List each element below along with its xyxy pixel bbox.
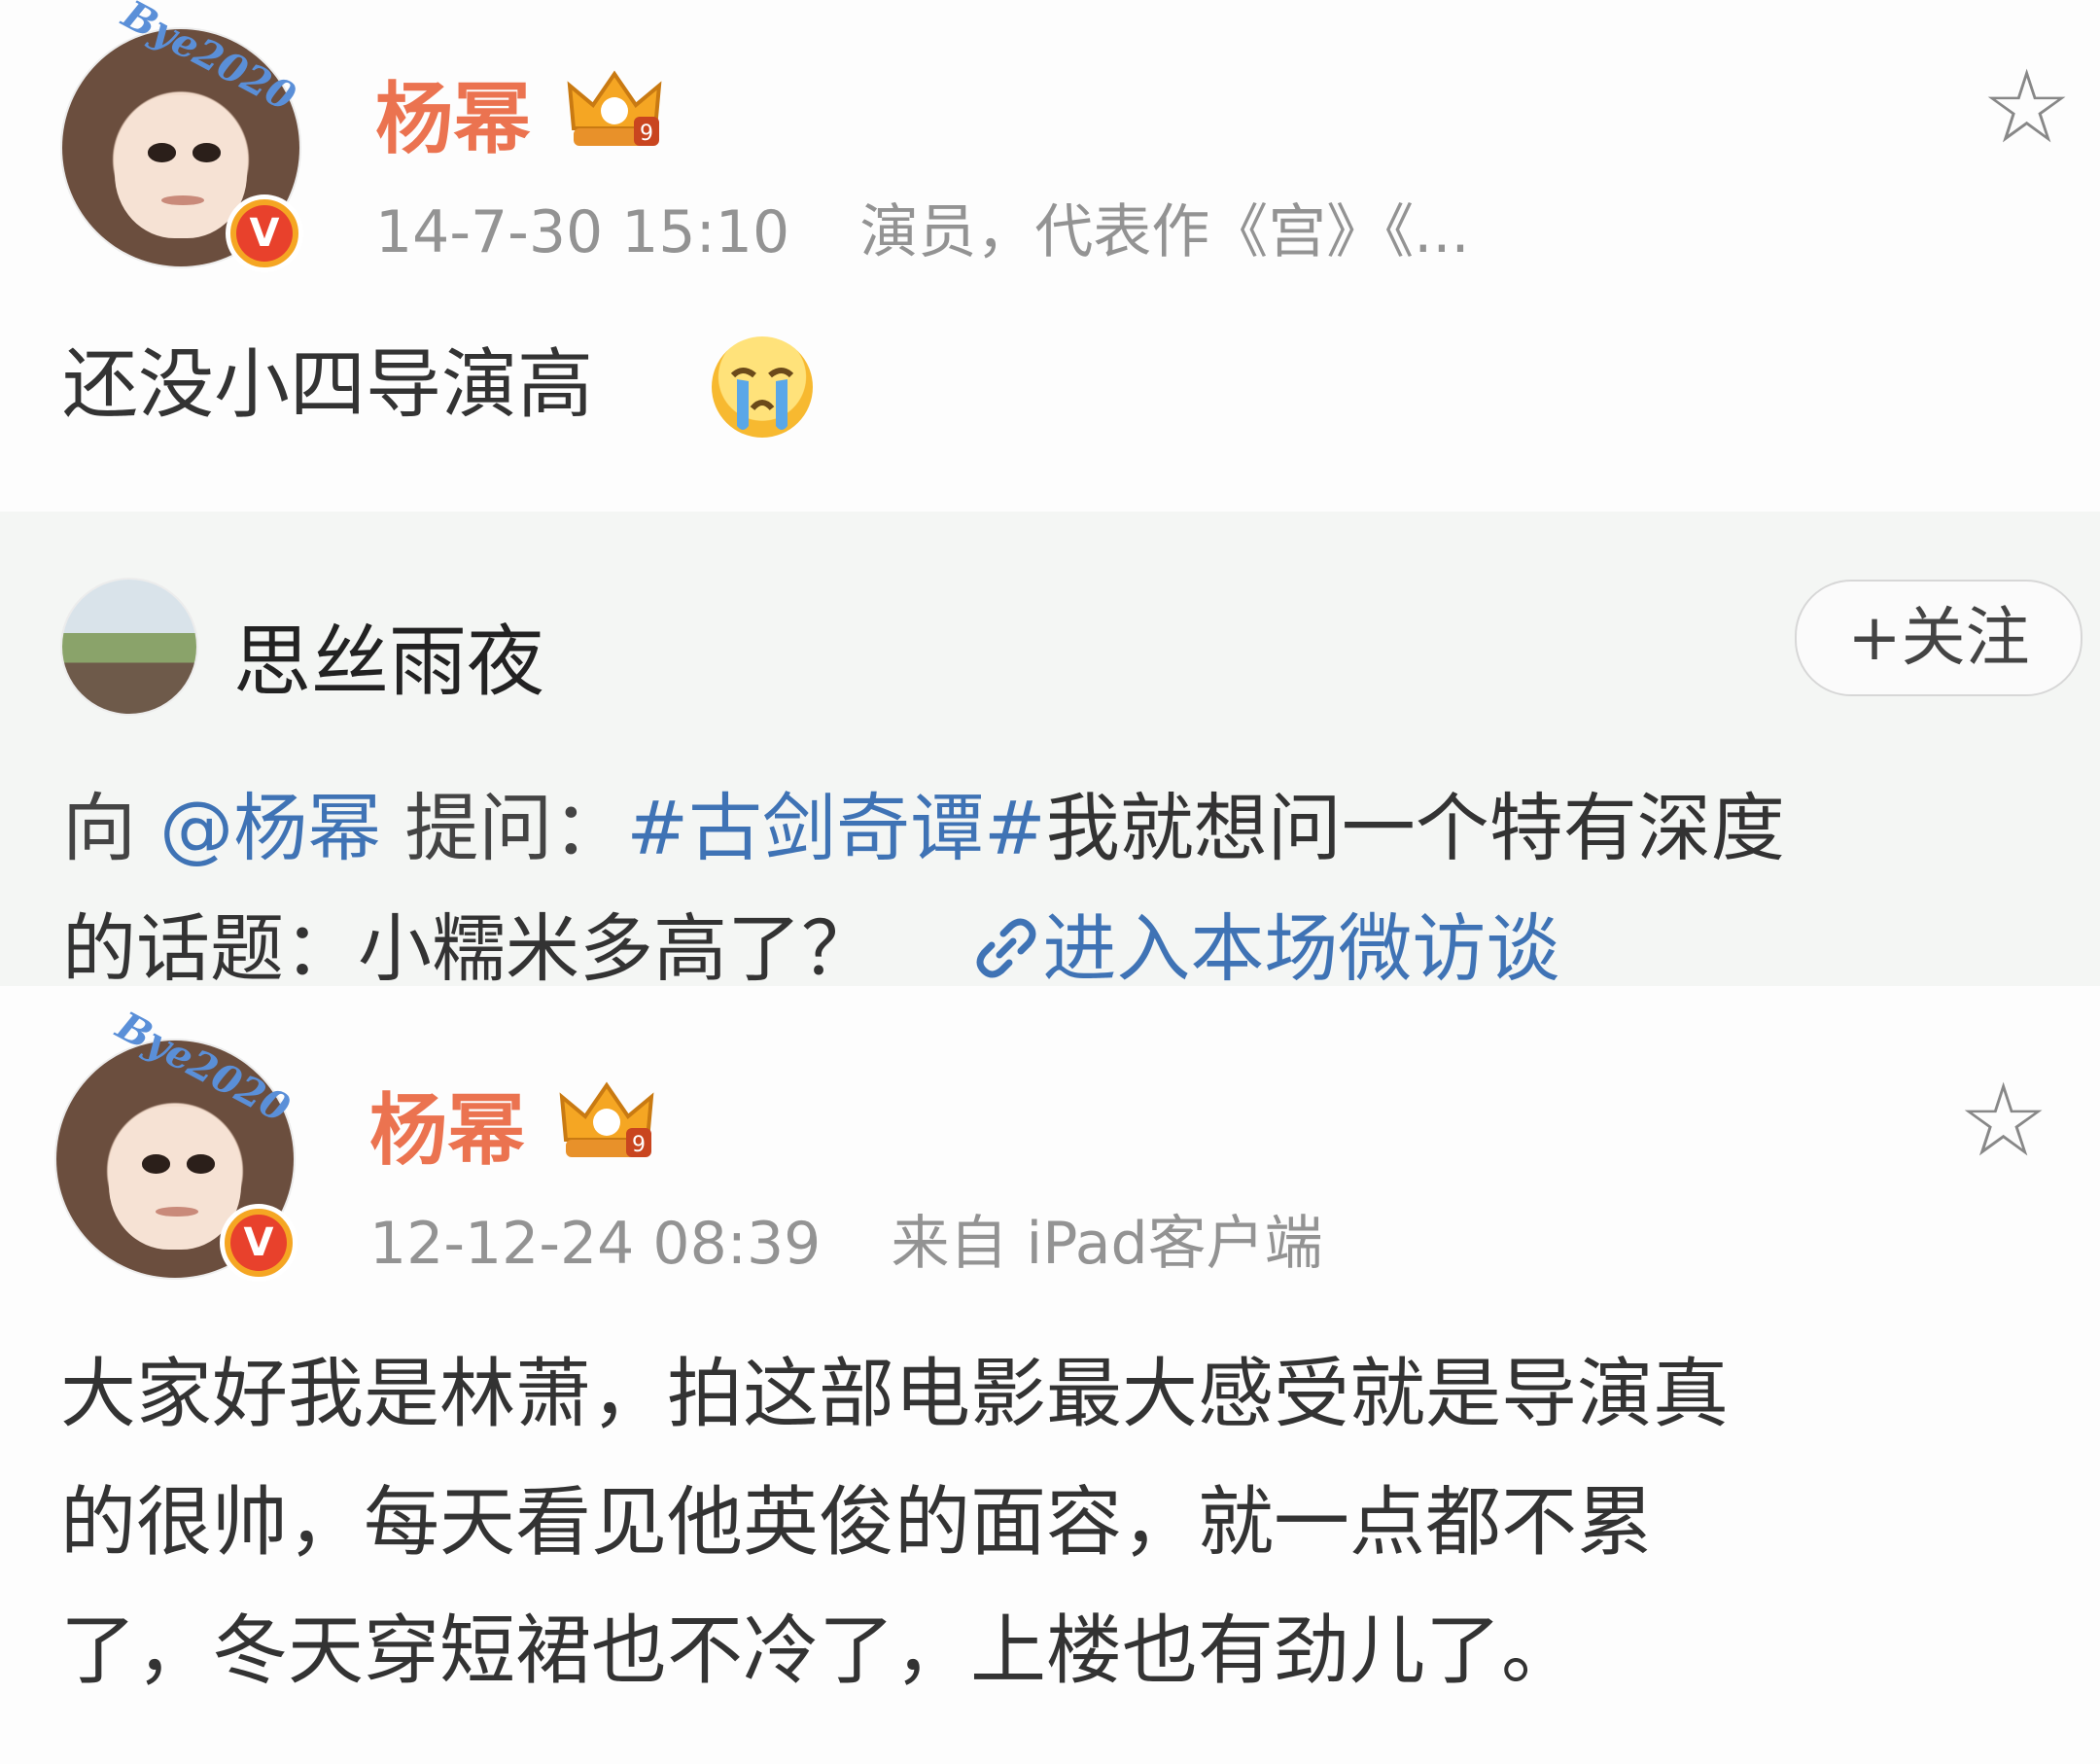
star-outline-icon[interactable]: ☆ (1958, 1070, 2048, 1171)
question-text: 向 @杨幂 提问：#古剑奇谭#我就想问一个特有深度 的话题：小糯米多高了？ 进入… (62, 768, 1785, 1009)
interview-link-label: 进入本场微访谈 (1042, 905, 1560, 992)
post-meta: 14-7-30 15:10 演员，代表作《宫》《... (375, 185, 1470, 269)
ask-label: 提问： (404, 785, 627, 871)
post-source: 演员，代表作《宫》《... (859, 198, 1470, 266)
question-line-2: 的话题：小糯米多高了？ 进入本场微访谈 (62, 889, 1785, 1009)
mention-link[interactable]: @杨幂 (159, 785, 381, 871)
post-meta: 12-12-24 08:39 来自 iPad客户端 (369, 1196, 1323, 1281)
verified-badge: V (226, 194, 303, 272)
quoted-question-card: 思丝雨夜 +关注 向 @杨幂 提问：#古剑奇谭#我就想问一个特有深度 的话题：小… (0, 512, 2100, 992)
post-text: 还没小四导演高 (62, 341, 594, 429)
question-line-1: 向 @杨幂 提问：#古剑奇谭#我就想问一个特有深度 (62, 768, 1785, 889)
crying-face-icon (712, 336, 813, 438)
verified-badge-label: V (230, 1215, 287, 1271)
post-text-line: 大家好我是林萧，拍这部电影最大感受就是导演真 (60, 1351, 1730, 1438)
post-text-line: 的很帅，每天看见他英俊的面容，就一点都不累 (60, 1479, 1654, 1567)
interview-link[interactable]: 进入本场微访谈 (970, 905, 1559, 992)
topic-link[interactable]: #古剑奇谭# (626, 785, 1045, 871)
follow-button[interactable]: +关注 (1795, 580, 2082, 696)
question-body-2: 的话题：小糯米多高了？ (62, 905, 875, 992)
post-content: 大家好我是林萧，拍这部电影最大感受就是导演真 的很帅，每天看见他英俊的面容，就一… (60, 1330, 1729, 1715)
questioner-name[interactable]: 思丝雨夜 (233, 599, 544, 712)
level-badge-number: 9 (632, 1133, 646, 1157)
link-icon (976, 918, 1036, 978)
post-content: 还没小四导演高 (62, 321, 593, 449)
question-body-1: 我就想问一个特有深度 (1045, 785, 1785, 871)
author-name[interactable]: 杨幂 (369, 1068, 525, 1181)
follow-button-label: +关注 (1847, 600, 2030, 675)
post-source: 来自 iPad客户端 (891, 1210, 1323, 1278)
crown-badge-icon: 9 (567, 70, 662, 146)
question-prefix: 向 (62, 785, 136, 871)
post-timestamp[interactable]: 12-12-24 08:39 (369, 1210, 821, 1278)
author-name[interactable]: 杨幂 (375, 56, 531, 169)
verified-badge: V (220, 1204, 298, 1282)
crown-badge-icon: 9 (559, 1081, 654, 1157)
post-text-line: 了，冬天穿短裙也不冷了，上楼也有劲儿了。 (60, 1607, 1578, 1695)
level-badge-number: 9 (640, 122, 653, 146)
star-outline-icon[interactable]: ☆ (1981, 56, 2072, 158)
questioner-avatar[interactable] (62, 580, 196, 714)
verified-badge-label: V (236, 205, 293, 262)
post-timestamp[interactable]: 14-7-30 15:10 (375, 198, 789, 266)
